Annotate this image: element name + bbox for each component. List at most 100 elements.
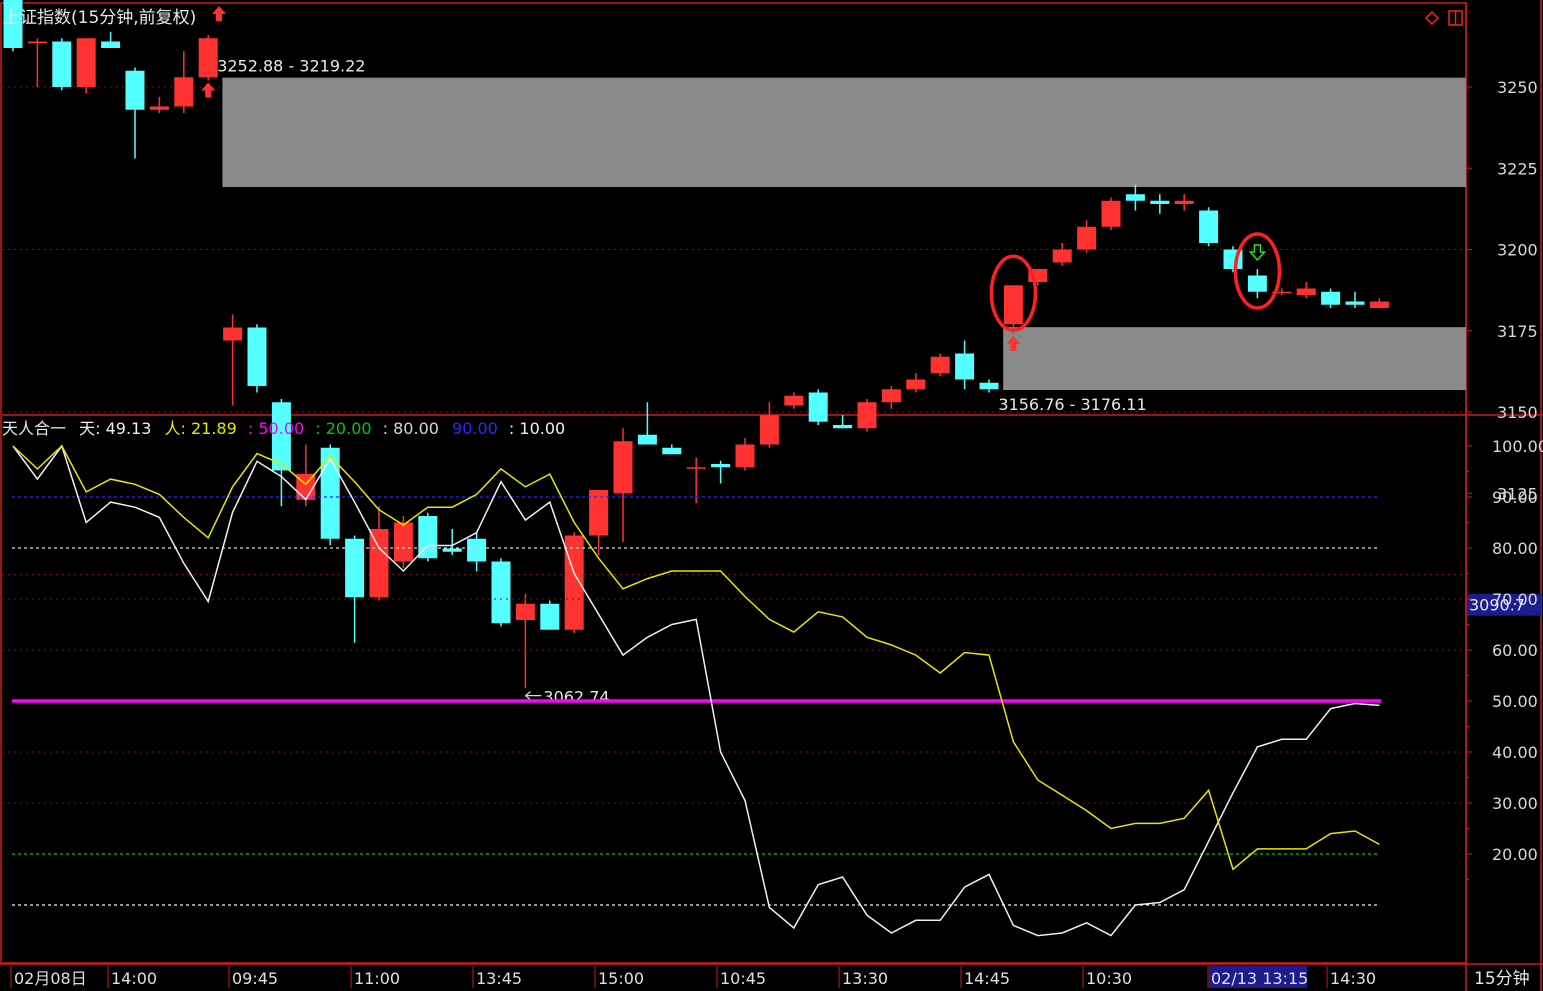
price-axis: 3250322532003175315031253090.7 bbox=[1466, 78, 1541, 616]
candle-body bbox=[1321, 291, 1341, 305]
candle-body bbox=[857, 402, 877, 429]
indicator-lines bbox=[12, 444, 1380, 937]
candle-body bbox=[613, 441, 633, 494]
indicator-tick-label: 30.00 bbox=[1492, 794, 1538, 813]
zone-lower-label: 3156.76 - 3176.11 bbox=[998, 395, 1146, 414]
low-price-label: 3062.74 bbox=[543, 688, 609, 707]
candle-body bbox=[1052, 249, 1072, 263]
indicator-tick-label: 100.00 bbox=[1492, 437, 1543, 456]
indicator-tick-label: 70.00 bbox=[1492, 590, 1538, 609]
candle-body bbox=[735, 444, 755, 468]
candle-body bbox=[442, 548, 462, 552]
candle-body bbox=[662, 447, 682, 455]
indicator-grid bbox=[2, 496, 1466, 906]
candle-body bbox=[564, 535, 584, 630]
candle-body bbox=[52, 41, 72, 87]
stock-chart[interactable]: 3252.88 - 3219.223156.76 - 3176.11 3282.… bbox=[0, 0, 1543, 991]
candle-body bbox=[467, 538, 487, 562]
candle-body bbox=[930, 356, 950, 373]
green-down-arrow-icon bbox=[1248, 244, 1267, 262]
time-label: 15:00 bbox=[598, 969, 644, 988]
candle-body bbox=[1174, 200, 1194, 204]
price-tick-label: 3200 bbox=[1497, 241, 1538, 260]
candle-body bbox=[1125, 194, 1145, 201]
candle-body bbox=[686, 467, 706, 469]
candle-body bbox=[906, 379, 926, 390]
chart-title: 上证指数(15分钟,前复权) bbox=[3, 8, 196, 28]
candle-body bbox=[1150, 200, 1170, 204]
candle-body bbox=[540, 603, 560, 630]
period-label[interactable]: 15分钟 bbox=[1474, 969, 1530, 989]
candle-body bbox=[247, 327, 267, 386]
candle-body bbox=[491, 561, 511, 624]
indicator-legend: 天人合一 天: 49.13 人: 21.89 : 50.00 : 20.00 :… bbox=[2, 419, 565, 438]
title-icons bbox=[212, 6, 1463, 26]
price-zone bbox=[1003, 327, 1466, 391]
level20-value: : 20.00 bbox=[315, 419, 371, 438]
price-tick-label: 3250 bbox=[1497, 78, 1538, 97]
candle-body bbox=[320, 447, 340, 539]
time-axis[interactable]: 02月08日 14:00 09:45 11:00 13:45 15:00 10:45 13:3… bbox=[10, 966, 1376, 988]
candle-body bbox=[369, 529, 389, 598]
candle-body bbox=[1296, 288, 1316, 295]
price-tick-label: 3175 bbox=[1497, 322, 1538, 341]
candle-body bbox=[1077, 226, 1097, 250]
time-label: 02月08日 bbox=[14, 969, 87, 988]
indicator-tick-label: 60.00 bbox=[1492, 641, 1538, 660]
candle-body bbox=[1101, 200, 1121, 227]
candle-body bbox=[393, 522, 413, 562]
candle-body bbox=[149, 106, 169, 110]
candle-body bbox=[223, 327, 243, 341]
red-up-arrow-icon bbox=[212, 6, 226, 21]
candle-body bbox=[1369, 301, 1389, 308]
candle-body bbox=[955, 353, 975, 380]
level10-value: : 10.00 bbox=[509, 419, 565, 438]
zone-upper-label: 3252.88 - 3219.22 bbox=[217, 57, 365, 76]
level80-value: : 80.00 bbox=[383, 419, 439, 438]
candle-body bbox=[808, 392, 828, 422]
time-label: 14:00 bbox=[111, 969, 157, 988]
indicator-name: 天人合一 bbox=[2, 419, 66, 438]
tian-line bbox=[12, 444, 1380, 937]
pointer-arrow-icon bbox=[525, 691, 542, 701]
diamond-icon bbox=[1424, 10, 1440, 26]
candle-body bbox=[27, 41, 47, 43]
candle-body bbox=[1345, 301, 1365, 305]
candle-body bbox=[1247, 275, 1267, 292]
candle-body bbox=[759, 415, 779, 445]
candle-body bbox=[515, 603, 535, 620]
red-up-arrow-icon bbox=[201, 82, 216, 98]
candle-body bbox=[1003, 285, 1023, 325]
candle-body bbox=[979, 382, 999, 390]
indicator-tick-label: 50.00 bbox=[1492, 692, 1538, 711]
candle-body bbox=[198, 38, 218, 78]
time-label: 02/13 13:15 bbox=[1211, 969, 1308, 988]
time-label: 13:30 bbox=[842, 969, 888, 988]
candle-body bbox=[711, 464, 731, 468]
candle-body bbox=[589, 490, 609, 536]
tian-value: 天: 49.13 bbox=[79, 419, 151, 438]
ren-line bbox=[12, 444, 1380, 871]
time-label: 13:45 bbox=[476, 969, 522, 988]
price-zone bbox=[222, 77, 1466, 188]
candle-body bbox=[1199, 210, 1219, 243]
svg-text:天人合一 天: 49.13 人: 2: 天人合一 天: 49.13 人: 21.89 : 50.00 : 20.00 :… bbox=[2, 419, 565, 438]
time-label: 10:30 bbox=[1086, 969, 1132, 988]
level50-value: : 50.00 bbox=[248, 419, 304, 438]
indicator-tick-label: 20.00 bbox=[1492, 845, 1538, 864]
time-label: 09:45 bbox=[232, 969, 278, 988]
candle-body bbox=[76, 38, 96, 87]
time-label: 14:30 bbox=[1330, 969, 1376, 988]
ren-value: 人: 21.89 bbox=[165, 419, 237, 438]
candle-body bbox=[125, 70, 145, 110]
candle-body bbox=[637, 434, 657, 445]
time-label: 10:45 bbox=[720, 969, 766, 988]
time-label: 11:00 bbox=[354, 969, 400, 988]
price-tick-label: 3150 bbox=[1497, 403, 1538, 422]
indicator-tick-label: 90.00 bbox=[1492, 488, 1538, 507]
candle-body bbox=[101, 41, 121, 48]
candle-body bbox=[784, 395, 804, 406]
price-tick-label: 3225 bbox=[1497, 159, 1538, 178]
candle-body bbox=[833, 425, 853, 429]
indicator-tick-label: 40.00 bbox=[1492, 743, 1538, 762]
